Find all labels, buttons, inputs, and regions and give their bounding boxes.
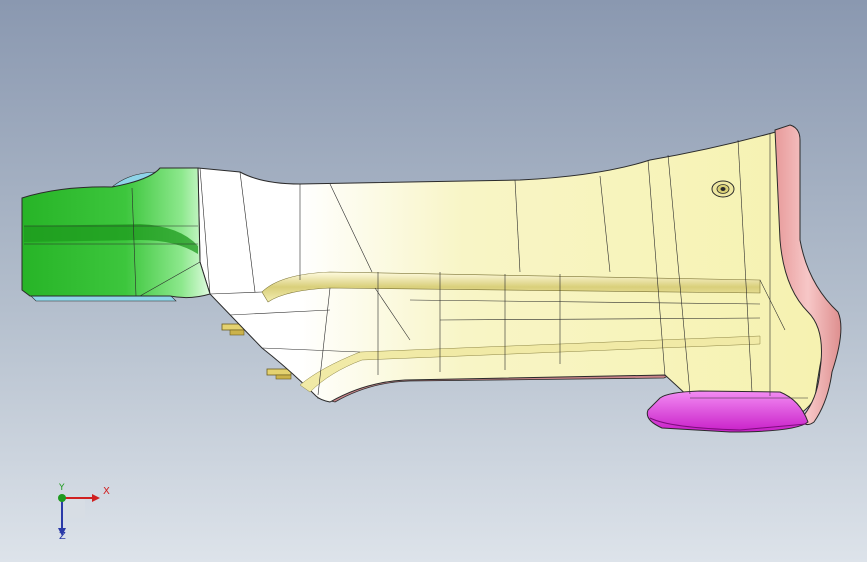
triad-graphic — [58, 494, 100, 536]
cad-viewport[interactable]: X Y Z — [0, 0, 867, 562]
cad-model-part[interactable] — [0, 0, 867, 562]
y-axis-label: Y — [59, 483, 65, 493]
main-body-surface — [197, 127, 831, 419]
x-axis-arrow-icon — [92, 494, 100, 502]
y-axis-dot-icon — [58, 494, 66, 502]
x-axis-label: X — [103, 486, 110, 497]
clip-tab-2 — [266, 368, 292, 380]
axis-triad[interactable]: X Y Z — [40, 478, 130, 548]
mounting-boss[interactable] — [711, 180, 735, 198]
z-axis-label: Z — [59, 531, 66, 542]
